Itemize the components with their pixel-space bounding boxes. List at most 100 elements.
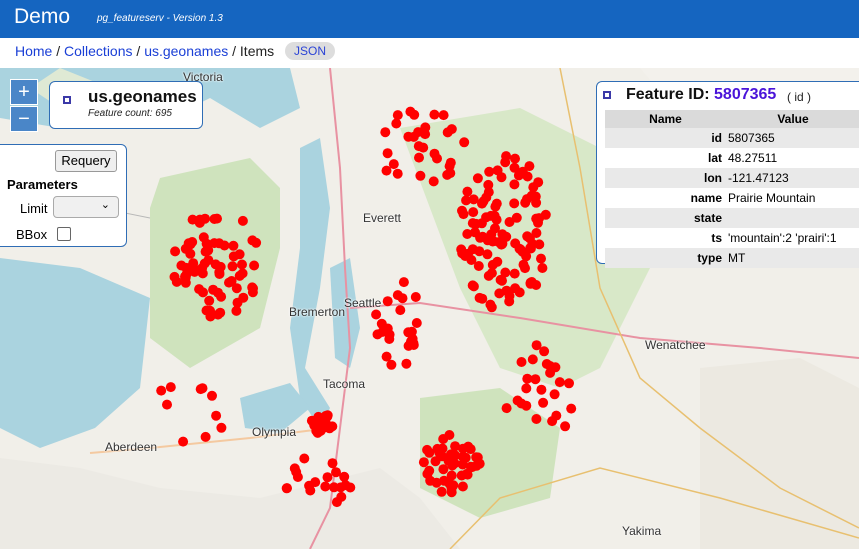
feature-point[interactable] xyxy=(209,214,220,224)
feature-point[interactable] xyxy=(162,399,172,410)
feature-point[interactable] xyxy=(486,268,497,279)
feature-point[interactable] xyxy=(249,260,260,271)
feature-point[interactable] xyxy=(510,153,520,164)
feature-point[interactable] xyxy=(181,262,192,273)
feature-point[interactable] xyxy=(165,382,176,393)
expand-icon[interactable] xyxy=(63,96,76,109)
feature-point[interactable] xyxy=(475,232,486,243)
feature-point[interactable] xyxy=(456,470,467,481)
feature-point[interactable] xyxy=(322,472,333,483)
bbox-checkbox[interactable] xyxy=(57,227,71,241)
feature-point[interactable] xyxy=(560,421,571,432)
feature-point[interactable] xyxy=(408,338,419,349)
feature-point[interactable] xyxy=(516,357,527,367)
feature-point[interactable] xyxy=(484,166,495,177)
feature-point[interactable] xyxy=(444,454,454,465)
feature-point[interactable] xyxy=(549,389,560,400)
feature-point[interactable] xyxy=(446,470,457,481)
feature-point[interactable] xyxy=(491,198,502,209)
feature-point[interactable] xyxy=(403,327,414,338)
feature-point[interactable] xyxy=(501,285,512,296)
feature-point[interactable] xyxy=(418,457,429,468)
feature-point[interactable] xyxy=(305,485,316,496)
feature-point[interactable] xyxy=(237,215,248,226)
expand-icon[interactable] xyxy=(603,91,616,104)
feature-point[interactable] xyxy=(501,403,512,414)
feature-point[interactable] xyxy=(527,354,538,365)
feature-point[interactable] xyxy=(514,243,525,254)
feature-point[interactable] xyxy=(391,118,402,129)
feature-point[interactable] xyxy=(482,249,493,260)
feature-point[interactable] xyxy=(467,218,478,229)
feature-point[interactable] xyxy=(335,482,346,493)
feature-point[interactable] xyxy=(227,261,238,272)
feature-point[interactable] xyxy=(234,249,245,260)
feature-point[interactable] xyxy=(156,385,167,396)
feature-point[interactable] xyxy=(438,110,449,121)
feature-point[interactable] xyxy=(436,486,447,497)
feature-point[interactable] xyxy=(392,110,403,121)
feature-point[interactable] xyxy=(422,444,433,455)
feature-point[interactable] xyxy=(228,240,239,251)
feature-point[interactable] xyxy=(522,231,533,242)
feature-point[interactable] xyxy=(467,244,478,255)
feature-point[interactable] xyxy=(313,425,323,436)
feature-point[interactable] xyxy=(460,452,471,463)
zoom-in-button[interactable]: + xyxy=(10,79,38,105)
feature-point[interactable] xyxy=(537,263,548,273)
feature-point[interactable] xyxy=(468,207,479,218)
feature-point[interactable] xyxy=(554,377,565,388)
feature-point[interactable] xyxy=(429,109,440,120)
feature-point[interactable] xyxy=(457,481,468,492)
feature-point[interactable] xyxy=(381,165,392,176)
feature-point[interactable] xyxy=(371,309,382,320)
breadcrumb-home-link[interactable]: Home xyxy=(15,43,52,59)
map-view[interactable]: Victoria Everett Seattle Bremerton Tacom… xyxy=(0,68,859,549)
feature-point[interactable] xyxy=(247,287,258,298)
feature-point[interactable] xyxy=(509,179,520,190)
feature-point[interactable] xyxy=(195,384,206,395)
feature-point[interactable] xyxy=(545,361,556,371)
feature-point[interactable] xyxy=(415,170,426,181)
feature-point[interactable] xyxy=(216,422,227,433)
feature-point[interactable] xyxy=(382,296,393,307)
feature-point[interactable] xyxy=(170,246,181,257)
feature-point[interactable] xyxy=(197,268,208,279)
feature-point[interactable] xyxy=(486,302,497,313)
breadcrumb-collection-link[interactable]: us.geonames xyxy=(144,43,228,59)
feature-point[interactable] xyxy=(446,124,457,135)
feature-point[interactable] xyxy=(496,172,507,183)
feature-point[interactable] xyxy=(395,305,406,316)
feature-point[interactable] xyxy=(520,197,531,208)
feature-point[interactable] xyxy=(437,443,448,454)
feature-point[interactable] xyxy=(327,458,338,469)
feature-point[interactable] xyxy=(516,398,527,409)
feature-point[interactable] xyxy=(533,177,544,188)
feature-point[interactable] xyxy=(540,209,551,220)
feature-point[interactable] xyxy=(299,453,310,464)
feature-point[interactable] xyxy=(398,277,409,288)
feature-point[interactable] xyxy=(522,373,533,384)
feature-point[interactable] xyxy=(210,259,221,270)
feature-point[interactable] xyxy=(199,258,210,269)
feature-point[interactable] xyxy=(207,390,217,401)
feature-point[interactable] xyxy=(205,311,216,322)
feature-point[interactable] xyxy=(486,229,497,240)
feature-point[interactable] xyxy=(200,246,211,257)
feature-point[interactable] xyxy=(518,259,529,270)
feature-point[interactable] xyxy=(459,137,470,148)
limit-select[interactable]: ⌄ xyxy=(53,196,119,218)
feature-point[interactable] xyxy=(504,217,515,227)
feature-point[interactable] xyxy=(466,255,477,265)
feature-point[interactable] xyxy=(281,483,292,494)
feature-point[interactable] xyxy=(200,431,211,442)
json-button[interactable]: JSON xyxy=(285,42,335,60)
feature-point[interactable] xyxy=(472,173,483,184)
feature-point[interactable] xyxy=(521,383,532,394)
zoom-out-button[interactable]: − xyxy=(10,106,38,132)
feature-point[interactable] xyxy=(413,141,424,152)
feature-point[interactable] xyxy=(428,176,439,187)
feature-point[interactable] xyxy=(566,403,577,414)
feature-point[interactable] xyxy=(461,195,472,206)
feature-point[interactable] xyxy=(474,292,485,303)
